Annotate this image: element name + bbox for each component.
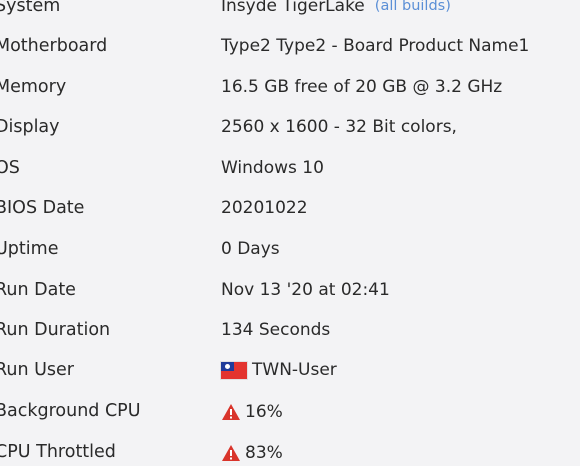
warning-icon xyxy=(222,404,240,420)
system-value: Insyde TigerLake xyxy=(221,0,365,16)
all-builds-link[interactable]: (all builds) xyxy=(375,0,451,14)
spec-row-background-cpu: Background CPU 16% xyxy=(0,401,580,444)
spec-label: Run Duration xyxy=(0,320,111,340)
spec-value: 16.5 GB free of 20 GB @ 3.2 GHz xyxy=(221,77,503,97)
spec-value: Type2 Type2 - Board Product Name1 xyxy=(221,36,530,56)
spec-value: 83% xyxy=(221,444,283,462)
spec-row-uptime: Uptime 0 Days xyxy=(0,239,580,282)
spec-row-run-date: Run Date Nov 13 '20 at 02:41 xyxy=(0,280,580,323)
spec-row-system: System Insyde TigerLake (all builds) xyxy=(0,0,580,39)
spec-label: Memory xyxy=(0,77,67,97)
spec-row-os: OS Windows 10 xyxy=(0,158,580,201)
spec-label: Run Date xyxy=(0,280,76,300)
system-specs-table: System Insyde TigerLake (all builds) Mot… xyxy=(0,0,580,466)
spec-label: BIOS Date xyxy=(0,198,85,218)
spec-value: 134 Seconds xyxy=(221,320,331,340)
spec-label: Background CPU xyxy=(0,401,141,421)
spec-value: 16% xyxy=(221,403,283,421)
spec-label: Run User xyxy=(0,360,75,380)
spec-label: Display xyxy=(0,117,60,137)
warning-icon xyxy=(222,445,240,461)
run-user-value: TWN-User xyxy=(252,360,337,380)
spec-row-motherboard: Motherboard Type2 Type2 - Board Product … xyxy=(0,36,580,79)
spec-row-run-user: Run User TWN-User xyxy=(0,360,580,403)
spec-row-cpu-throttled: CPU Throttled 83% xyxy=(0,442,580,466)
spec-value: 2560 x 1600 - 32 Bit colors, xyxy=(221,117,457,137)
spec-row-run-duration: Run Duration 134 Seconds xyxy=(0,320,580,363)
spec-value: Nov 13 '20 at 02:41 xyxy=(221,280,390,300)
spec-row-display: Display 2560 x 1600 - 32 Bit colors, xyxy=(0,117,580,160)
background-cpu-value: 16% xyxy=(245,401,283,422)
spec-row-bios-date: BIOS Date 20201022 xyxy=(0,198,580,241)
taiwan-flag-icon xyxy=(221,362,247,379)
spec-value: 0 Days xyxy=(221,239,280,259)
cpu-throttled-value: 83% xyxy=(245,442,283,463)
spec-value: 20201022 xyxy=(221,198,308,218)
spec-row-memory: Memory 16.5 GB free of 20 GB @ 3.2 GHz xyxy=(0,77,580,120)
spec-label: System xyxy=(0,0,61,16)
spec-value: Insyde TigerLake (all builds) xyxy=(221,0,451,15)
spec-label: CPU Throttled xyxy=(0,442,116,462)
spec-label: Uptime xyxy=(0,239,59,259)
spec-value: TWN-User xyxy=(221,362,337,379)
spec-label: OS xyxy=(0,158,20,178)
spec-value: Windows 10 xyxy=(221,158,324,178)
spec-label: Motherboard xyxy=(0,36,108,56)
